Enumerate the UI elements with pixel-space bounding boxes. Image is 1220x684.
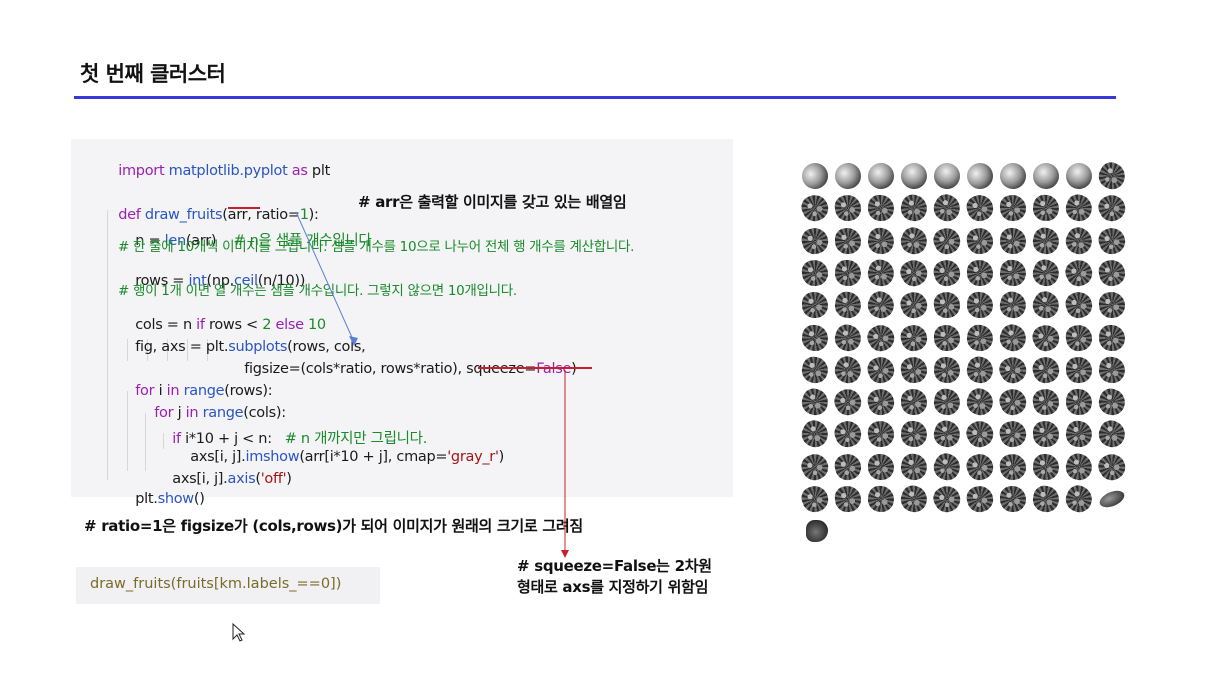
- blue-arrow-head: [349, 336, 358, 346]
- mouse-cursor: [232, 622, 246, 647]
- cursor-icon: [232, 622, 246, 642]
- pineapple-thumbnail: [867, 453, 895, 480]
- red-arrow-head: [561, 550, 569, 558]
- blue-arrow-line: [295, 211, 355, 343]
